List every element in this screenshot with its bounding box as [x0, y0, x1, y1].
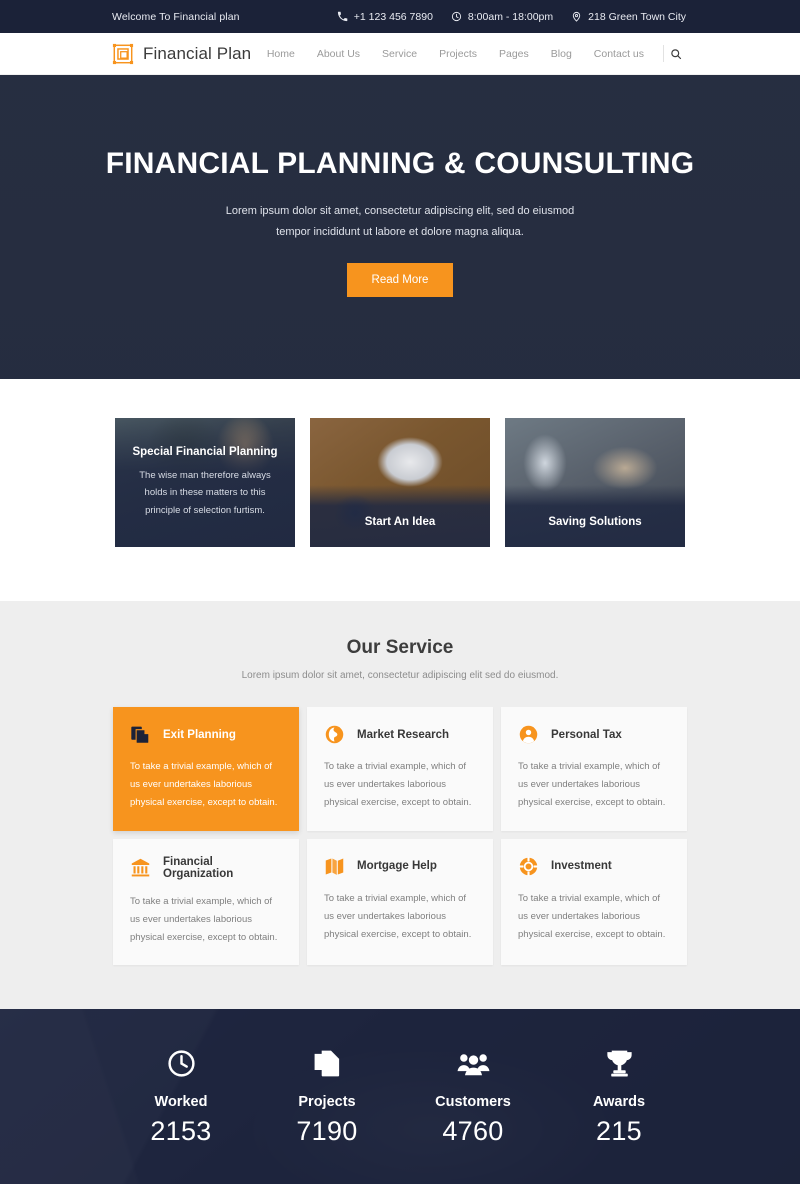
- phone-icon: [337, 11, 348, 22]
- feature-card-title: Saving Solutions: [548, 516, 642, 528]
- service-card-personal-tax[interactable]: Personal Tax To take a trivial example, …: [501, 707, 687, 831]
- service-card-title: Financial Organization: [163, 855, 234, 880]
- folded-map-icon: [325, 858, 344, 875]
- nav-divider: [663, 45, 664, 62]
- stat-label: Worked: [154, 1093, 208, 1110]
- feature-card-special-financial-planning[interactable]: Special Financial Planning The wise man …: [115, 418, 295, 547]
- service-card-financial-organization[interactable]: Financial Organization To take a trivial…: [113, 838, 299, 966]
- stat-worked: Worked 2153: [108, 1047, 254, 1147]
- feature-card-title: Start An Idea: [364, 516, 436, 528]
- service-card-investment[interactable]: Investment To take a trivial example, wh…: [501, 838, 687, 966]
- services-subheading: Lorem ipsum dolor sit amet, consectetur …: [241, 670, 559, 681]
- topbar-phone-text: +1 123 456 7890: [353, 10, 433, 23]
- search-icon: [671, 48, 682, 59]
- documents-copy-icon: [131, 726, 150, 744]
- top-bar: Welcome To Financial plan +1 123 456 789…: [0, 0, 800, 33]
- bank-building-icon: [131, 858, 150, 877]
- brand-name: Financial Plan: [143, 43, 252, 63]
- service-card-title: Mortgage Help: [357, 860, 437, 873]
- nav-item-projects[interactable]: Projects: [428, 48, 488, 60]
- feature-card-description: The wise man therefore always holds in t…: [139, 469, 271, 516]
- service-card-description: To take a trivial example, which of us e…: [324, 892, 472, 941]
- hero-subtitle: Lorem ipsum dolor sit amet, consectetur …: [226, 201, 575, 244]
- stats-counter-section: Worked 2153 Projects 7190 Customers 4760…: [0, 1009, 800, 1185]
- hero-read-more-button[interactable]: Read More: [346, 263, 454, 298]
- feature-card-start-an-idea[interactable]: Start An Idea: [310, 418, 490, 547]
- hero-title: FINANCIAL PLANNING & COUNSULTING: [105, 146, 695, 180]
- topbar-phone[interactable]: +1 123 456 7890: [337, 11, 433, 23]
- globe-circle-icon: [325, 725, 344, 744]
- stat-value: 4760: [442, 1115, 504, 1146]
- service-card-description: To take a trivial example, which of us e…: [130, 895, 278, 944]
- stat-label: Projects: [298, 1093, 356, 1110]
- stat-label: Customers: [435, 1093, 511, 1110]
- stat-projects: Projects 7190: [254, 1047, 400, 1147]
- stat-awards: Awards 215: [546, 1047, 692, 1147]
- frame-square-logo-icon: [112, 43, 134, 64]
- topbar-hours-text: 8:00am - 18:00pm: [467, 10, 554, 23]
- page-root: Welcome To Financial plan +1 123 456 789…: [0, 0, 800, 1200]
- brand-logo[interactable]: Financial Plan: [112, 43, 251, 65]
- stat-customers: Customers 4760: [400, 1047, 546, 1147]
- service-card-description: To take a trivial example, which of us e…: [518, 761, 666, 809]
- map-pin-icon: [572, 11, 581, 22]
- topbar-address: 218 Green Town City: [571, 11, 686, 23]
- nav-item-home[interactable]: Home: [256, 48, 306, 60]
- services-heading: Our Service: [346, 637, 454, 658]
- service-card-title: Market Research: [357, 728, 450, 741]
- nav-item-about-us[interactable]: About Us: [306, 48, 371, 60]
- service-card-title: Investment: [551, 860, 612, 873]
- hero-subtitle-line2: tempor incididunt ut labore et dolore ma…: [276, 226, 524, 238]
- hero-subtitle-line1: Lorem ipsum dolor sit amet, consectetur …: [225, 204, 575, 217]
- service-card-description: To take a trivial example, which of us e…: [130, 761, 278, 809]
- feature-cards-section: Special Financial Planning The wise man …: [0, 379, 800, 601]
- service-card-title: Exit Planning: [163, 728, 236, 741]
- feature-card-title: Special Financial Planning: [132, 445, 278, 458]
- lifebuoy-icon: [519, 856, 538, 876]
- nav-item-pages[interactable]: Pages: [488, 48, 540, 60]
- main-navbar: Financial Plan Home About Us Service Pro…: [0, 33, 800, 75]
- service-card-mortgage-help[interactable]: Mortgage Help To take a trivial example,…: [307, 838, 493, 966]
- services-section: Our Service Lorem ipsum dolor sit amet, …: [0, 601, 800, 1010]
- welcome-text: Welcome To Financial plan: [112, 10, 240, 23]
- service-card-description: To take a trivial example, which of us e…: [518, 892, 666, 941]
- topbar-hours: 8:00am - 18:00pm: [451, 11, 553, 23]
- feature-card-saving-solutions[interactable]: Saving Solutions: [505, 418, 685, 547]
- stat-label: Awards: [592, 1093, 646, 1110]
- topbar-address-text: 218 Green Town City: [588, 10, 686, 23]
- clock-icon: [451, 11, 462, 22]
- search-button[interactable]: [670, 48, 686, 60]
- stat-value: 2153: [150, 1115, 212, 1146]
- topbar-contacts: +1 123 456 7890 8:00am - 18:00pm 218 Gre…: [337, 11, 686, 23]
- services-grid: Exit Planning To take a trivial example,…: [0, 707, 800, 966]
- users-group-icon: [457, 1054, 489, 1076]
- nav-item-blog[interactable]: Blog: [540, 48, 583, 60]
- service-card-market-research[interactable]: Market Research To take a trivial exampl…: [307, 707, 493, 831]
- stat-value: 7190: [296, 1115, 358, 1146]
- nav-item-service[interactable]: Service: [371, 48, 428, 60]
- service-card-title: Personal Tax: [551, 728, 622, 741]
- hero-section: FINANCIAL PLANNING & COUNSULTING Lorem i…: [0, 75, 800, 379]
- nav-item-contact-us[interactable]: Contact us: [583, 48, 655, 60]
- nav-menu: Home About Us Service Projects Pages Blo…: [256, 45, 686, 62]
- stat-value: 215: [596, 1115, 642, 1146]
- service-card-exit-planning[interactable]: Exit Planning To take a trivial example,…: [113, 707, 299, 831]
- trophy-icon: [606, 1050, 632, 1077]
- projects-section: Our Projects: [0, 1184, 800, 1200]
- clock-icon: [167, 1050, 195, 1078]
- service-card-description: To take a trivial example, which of us e…: [324, 761, 472, 809]
- user-circle-icon: [519, 725, 538, 744]
- documents-icon: [314, 1050, 339, 1077]
